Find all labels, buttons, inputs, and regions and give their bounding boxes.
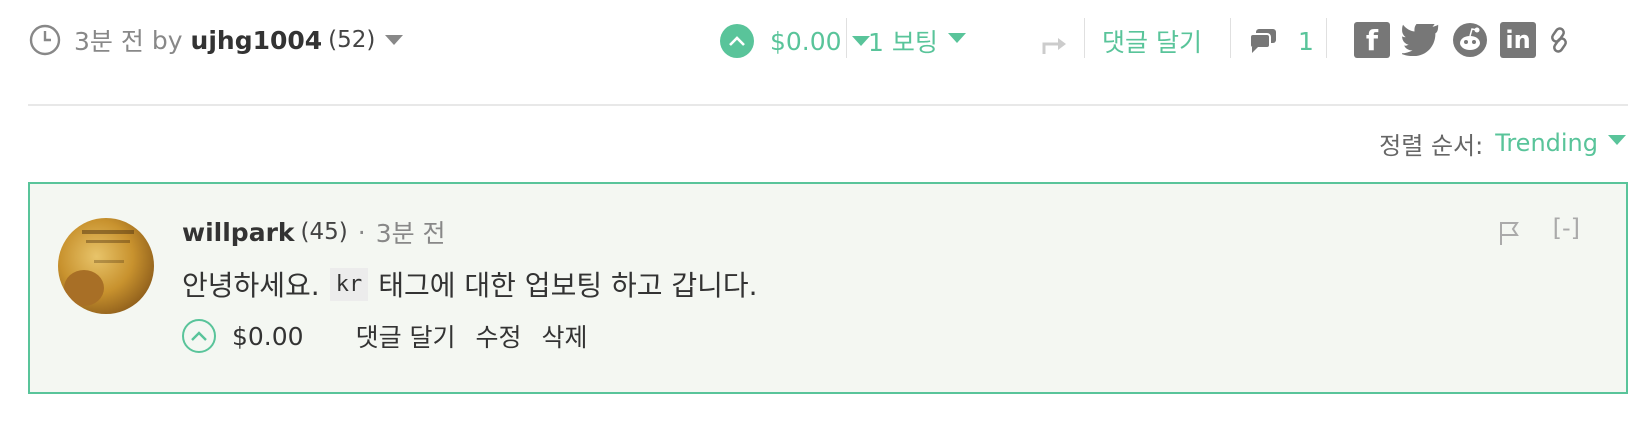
reply-link[interactable]: 댓글 달기 — [1102, 24, 1202, 58]
linkedin-icon[interactable]: in — [1500, 22, 1536, 58]
post-meta: 3분 전 by ujhg1004 (52) — [28, 14, 404, 66]
post-payout-value: $0.00 — [770, 26, 842, 56]
chevron-up-icon — [191, 331, 207, 341]
vote-area: $0.00 — [720, 24, 870, 58]
author-reputation: (52) — [328, 27, 376, 53]
comment-count-value: 1 — [1298, 26, 1314, 56]
comment: willpark (45) · 3분 전 [-] 안녕하세요. kr 태그에 대… — [28, 182, 1628, 394]
votes-label: 1 보팅 — [868, 28, 938, 57]
comment-edit-button[interactable]: 수정 — [476, 318, 522, 354]
author-menu-caret[interactable] — [385, 35, 404, 45]
sort-dropdown[interactable]: Trending — [1495, 129, 1598, 157]
comments-icon — [1249, 29, 1276, 53]
divider-vertical — [1230, 18, 1231, 58]
clock-icon — [29, 24, 61, 56]
comment-tag-code: kr — [329, 267, 369, 301]
comment-time-link[interactable]: 3분 전 — [376, 214, 446, 250]
votes-dropdown[interactable]: 1 보팅 — [868, 24, 966, 58]
sort-label: 정렬 순서: — [1379, 131, 1484, 160]
comment-author-reputation: (45) — [300, 219, 348, 245]
votes-caret — [947, 33, 966, 43]
avatar-detail — [82, 230, 134, 234]
section-divider — [28, 104, 1628, 106]
comment-count[interactable]: 1 — [1248, 24, 1314, 58]
comment-author-link[interactable]: willpark — [182, 218, 295, 247]
reddit-icon[interactable] — [1452, 22, 1488, 58]
post-author-link[interactable]: ujhg1004 — [191, 26, 323, 55]
divider-vertical — [1084, 18, 1085, 58]
by-label: by — [151, 25, 183, 55]
payout-caret[interactable] — [851, 36, 870, 46]
comment-upvote-button[interactable] — [182, 319, 216, 353]
sort-control: 정렬 순서: Trending — [1379, 126, 1626, 160]
flag-icon[interactable] — [1498, 220, 1520, 246]
avatar-detail — [94, 260, 124, 263]
avatar-detail — [64, 270, 104, 306]
post-time: 3분 전 — [74, 27, 144, 56]
collapse-button[interactable]: [-] — [1553, 214, 1580, 242]
post-footer: 3분 전 by ujhg1004 (52) $0.00 1 보팅 댓글 달기 1 — [28, 14, 1628, 66]
comment-header: willpark (45) · 3분 전 — [182, 214, 446, 250]
avatar-detail — [86, 240, 130, 243]
avatar[interactable] — [58, 218, 154, 314]
comment-actions: $0.00 댓글 달기 수정 삭제 — [182, 318, 608, 354]
twitter-icon[interactable] — [1402, 24, 1440, 56]
comment-text-before: 안녕하세요. — [182, 269, 320, 302]
comment-payout[interactable]: $0.00 — [232, 322, 304, 351]
repost-icon[interactable] — [1042, 32, 1070, 56]
comment-body: 안녕하세요. kr 태그에 대한 업보팅 하고 갑니다. — [182, 264, 758, 304]
comment-reply-button[interactable]: 댓글 달기 — [356, 318, 456, 354]
chevron-up-icon — [729, 36, 745, 46]
divider-vertical — [846, 18, 847, 58]
comment-text-after: 태그에 대한 업보팅 하고 갑니다. — [378, 269, 758, 302]
separator-dot: · — [357, 217, 366, 247]
comment-delete-button[interactable]: 삭제 — [542, 318, 588, 354]
post-payout[interactable]: $0.00 — [770, 27, 870, 56]
sort-caret[interactable] — [1608, 135, 1626, 145]
facebook-icon[interactable]: f — [1354, 22, 1390, 58]
upvote-button[interactable] — [720, 24, 754, 58]
link-icon[interactable] — [1548, 26, 1570, 54]
divider-vertical — [1326, 18, 1327, 58]
share-buttons: f in — [1354, 20, 1570, 60]
